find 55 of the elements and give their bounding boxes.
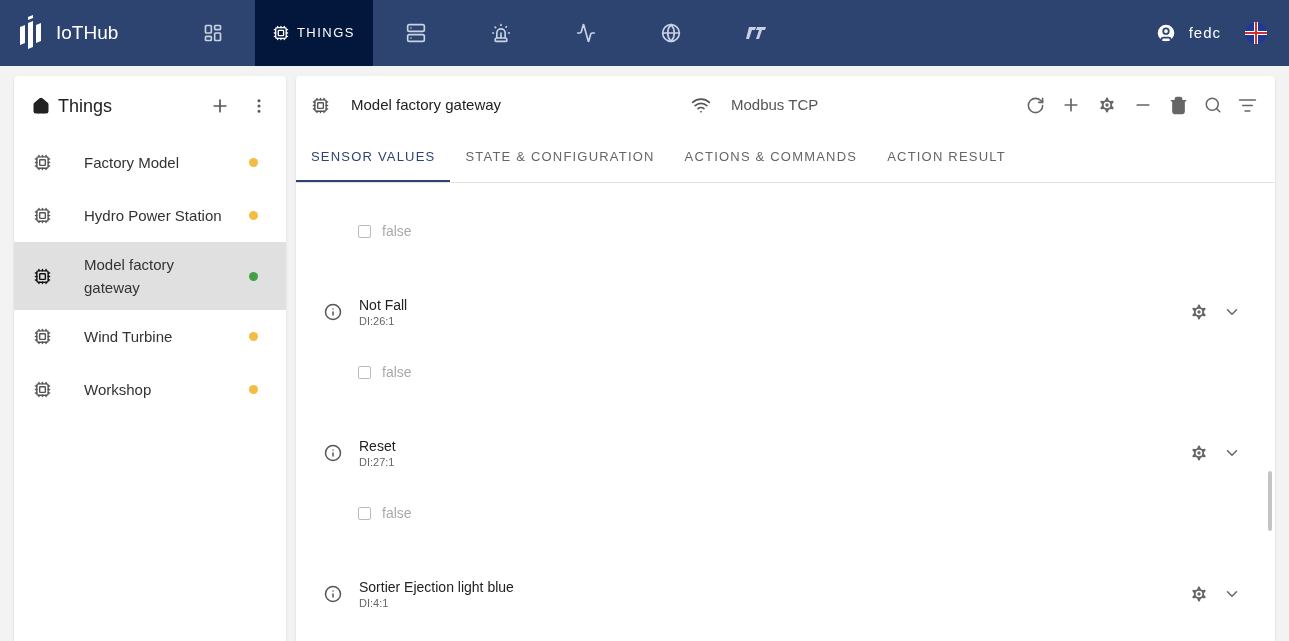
siren-icon	[490, 23, 511, 43]
tab[interactable]: SENSOR VALUES	[296, 134, 451, 182]
sensor-address: DI:26:1	[359, 314, 396, 328]
sidebar-item[interactable]: Wind Turbine	[14, 310, 286, 363]
server-icon	[405, 23, 426, 43]
chip-icon	[34, 267, 51, 285]
settings-icon[interactable]	[1189, 302, 1209, 322]
info-icon[interactable]	[324, 585, 342, 603]
dashboard-icon	[202, 23, 223, 43]
scrollbar-thumb[interactable]	[1268, 471, 1272, 531]
checkbox[interactable]	[358, 224, 371, 238]
sensor-name: Reset	[359, 437, 396, 455]
nav-tab[interactable]: THINGS	[255, 0, 373, 66]
value-label: false	[382, 221, 412, 241]
info-icon[interactable]	[324, 303, 342, 321]
sidebar-item[interactable]: Workshop	[14, 363, 286, 416]
globe-icon	[660, 23, 681, 43]
refresh-icon[interactable]	[1026, 95, 1045, 115]
delete-icon[interactable]	[1169, 95, 1188, 115]
sidebar-item[interactable]: Model factory gateway	[14, 242, 286, 310]
protocol-label: Modbus TCP	[731, 94, 819, 115]
sidebar-item[interactable]: Factory Model	[14, 136, 286, 189]
tab[interactable]: ACTION RESULT	[872, 134, 1021, 182]
wifi-icon	[691, 95, 711, 115]
sidebar-item[interactable]: Hydro Power Station	[14, 189, 286, 242]
chip-icon	[273, 24, 289, 42]
chip-icon	[34, 328, 51, 345]
chip-icon	[34, 154, 51, 171]
sensor-name: Sortier Ejection light blue	[359, 578, 514, 596]
settings-icon[interactable]	[1189, 584, 1209, 604]
flag-icon[interactable]	[1245, 22, 1267, 44]
home-icon	[32, 97, 50, 115]
user-name[interactable]: fedc	[1188, 21, 1221, 45]
sensor-name: Not Fall	[359, 296, 408, 314]
tab[interactable]: STATE & CONFIGURATION	[450, 134, 670, 182]
value-label: false	[382, 362, 412, 382]
sensor-address: DI:27:1	[359, 455, 396, 469]
sensor-address: DI:4:1	[359, 596, 390, 610]
chip-icon	[34, 381, 51, 398]
checkbox[interactable]	[358, 365, 371, 379]
sidebar-title: Things	[58, 94, 113, 118]
checkbox[interactable]	[358, 506, 371, 520]
settings-icon[interactable]	[1097, 95, 1117, 115]
chip-icon	[34, 207, 51, 224]
search-icon[interactable]	[1204, 96, 1222, 114]
value-label: false	[382, 503, 412, 523]
tab[interactable]: ACTIONS & COMMANDS	[669, 134, 873, 182]
settings-icon[interactable]	[1189, 443, 1209, 463]
chip-icon	[312, 96, 329, 114]
line-chart-icon	[575, 23, 596, 43]
slanted-bars-icon	[744, 26, 767, 40]
info-icon[interactable]	[324, 444, 342, 462]
app-name: IoTHub	[56, 20, 119, 45]
thing-title: Model factory gateway	[351, 94, 503, 115]
user-icon[interactable]	[1154, 22, 1177, 44]
